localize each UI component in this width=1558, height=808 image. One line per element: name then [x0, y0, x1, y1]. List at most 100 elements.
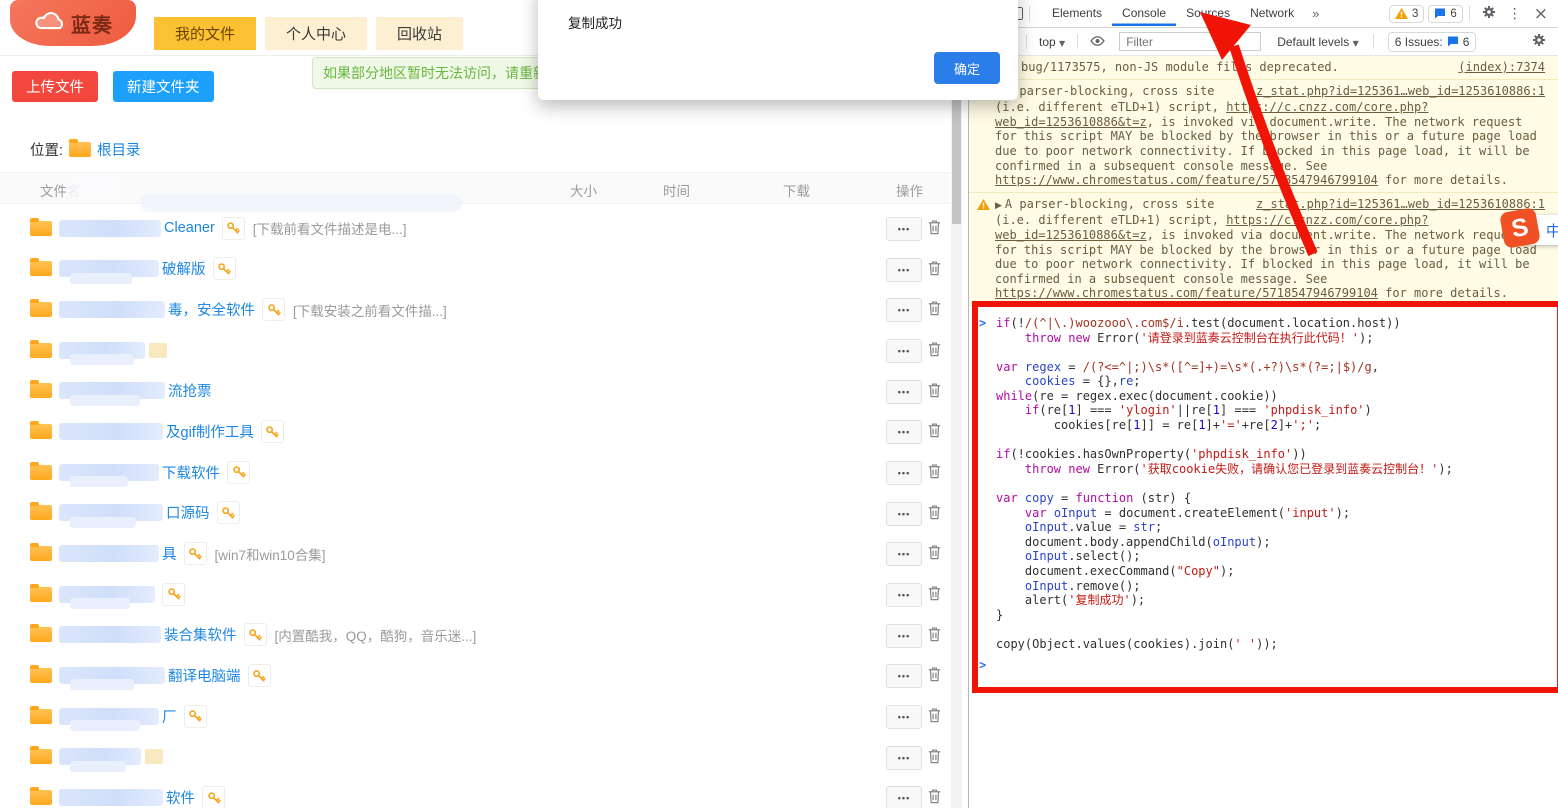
message-link[interactable]: https://c.cnzz.com/core.php?web_id=12536… [995, 100, 1428, 129]
messages-badge[interactable]: 6 [1428, 5, 1462, 23]
delete-icon[interactable] [927, 707, 942, 728]
col-size[interactable]: 大小 [570, 180, 597, 200]
console-input-area[interactable]: > if(!/(^|\.)woozooo\.com$/i.test(docume… [969, 306, 1558, 702]
col-time[interactable]: 时间 [663, 180, 690, 200]
delete-icon[interactable] [927, 260, 942, 281]
file-name-link[interactable]: 流抢票 [168, 380, 212, 401]
file-row: ••• [0, 737, 950, 778]
col-downloads[interactable]: 下载 [783, 180, 810, 200]
breadcrumb: 位置: 根目录 [30, 139, 141, 160]
devtools-tab-network[interactable]: Network [1240, 1, 1304, 26]
file-name-link[interactable]: 及gif制作工具 [166, 421, 254, 442]
delete-icon[interactable] [927, 219, 942, 240]
file-name-link[interactable]: 口源码 [166, 502, 210, 523]
root-folder-link[interactable]: 根目录 [97, 139, 141, 160]
password-key-icon [213, 257, 236, 280]
message-bubble-icon [1447, 36, 1459, 47]
more-tabs-button[interactable]: » [1304, 6, 1327, 21]
delete-icon[interactable] [927, 382, 942, 403]
more-actions-button[interactable]: ••• [886, 298, 922, 322]
file-name-link[interactable]: Cleaner [164, 220, 215, 236]
devtools-tab-sources[interactable]: Sources [1176, 1, 1240, 26]
delete-icon[interactable] [927, 585, 942, 606]
message-link[interactable]: https://c.cnzz.com/core.php?web_id=12536… [995, 213, 1428, 242]
extension-s-icon[interactable]: S [1499, 207, 1541, 249]
delete-icon[interactable] [927, 463, 942, 484]
site-logo[interactable]: 蓝奏 [10, 0, 136, 46]
nav-tab-2[interactable]: 个人中心 [265, 17, 367, 50]
filter-input[interactable] [1119, 32, 1261, 51]
more-actions-button[interactable]: ••• [886, 217, 922, 241]
more-actions-button[interactable]: ••• [886, 339, 922, 363]
file-name-link[interactable]: 软件 [166, 787, 195, 808]
delete-icon[interactable] [927, 666, 942, 687]
more-actions-button[interactable]: ••• [886, 583, 922, 607]
kebab-menu-icon[interactable]: ⋮ [1502, 6, 1528, 22]
file-name-link[interactable]: 破解版 [162, 258, 206, 279]
file-name-link[interactable]: 翻译电脑端 [168, 665, 241, 686]
more-actions-button[interactable]: ••• [886, 380, 922, 404]
cloud-icon [33, 9, 67, 37]
delete-icon[interactable] [927, 788, 942, 808]
expand-triangle-icon[interactable]: ▶ [995, 201, 1002, 211]
devtools-tab-elements[interactable]: Elements [1042, 1, 1112, 26]
source-link[interactable]: z_stat.php?id=125361…web_id=1253610886:1 [1256, 197, 1545, 212]
settings-gear-icon[interactable] [1476, 5, 1502, 23]
message-link[interactable]: https://www.chromestatus.com/feature/571… [995, 286, 1378, 300]
file-name-link[interactable]: 下载软件 [162, 462, 220, 483]
file-name-link[interactable]: 具 [162, 543, 177, 564]
extension-lang-label[interactable]: 中 [1546, 220, 1558, 241]
file-row: Cleaner[下载前看文件描述是电...]••• [0, 208, 950, 249]
more-actions-button[interactable]: ••• [886, 624, 922, 648]
nav-tab-1[interactable]: 我的文件 [154, 17, 256, 50]
file-name-link[interactable]: 毒，安全软件 [168, 299, 255, 320]
devtools-tab-console[interactable]: Console [1112, 1, 1176, 26]
dialog-ok-button[interactable]: 确定 [934, 52, 1000, 84]
more-actions-button[interactable]: ••• [886, 786, 922, 808]
separator [1373, 34, 1374, 49]
delete-icon[interactable] [927, 300, 942, 321]
page-scrollbar[interactable] [951, 0, 962, 808]
more-actions-button[interactable]: ••• [886, 542, 922, 566]
source-link[interactable]: (index):7374 [1458, 60, 1545, 75]
col-actions[interactable]: 操作 [896, 180, 923, 200]
issues-button[interactable]: 6 Issues: 6 [1388, 32, 1477, 52]
console-settings-gear-icon[interactable] [1526, 33, 1552, 51]
levels-dropdown[interactable]: Default levels ▼ [1269, 35, 1367, 49]
context-selector[interactable]: top ▼ [1033, 35, 1071, 49]
console-code[interactable]: if(!/(^|\.)woozooo\.com$/i.test(document… [996, 316, 1558, 652]
more-actions-button[interactable]: ••• [886, 502, 922, 526]
eye-icon[interactable] [1084, 34, 1111, 50]
source-link[interactable]: z_stat.php?id=125361…web_id=1253610886:1 [1256, 84, 1545, 99]
redacted-name [59, 626, 161, 643]
more-actions-button[interactable]: ••• [886, 461, 922, 485]
new-folder-button[interactable]: 新建文件夹 [113, 71, 214, 102]
delete-icon[interactable] [927, 544, 942, 565]
close-devtools-icon[interactable]: × [1528, 4, 1554, 24]
file-row: 下载软件 ••• [0, 452, 950, 493]
delete-icon[interactable] [927, 504, 942, 525]
separator [1026, 34, 1027, 49]
redacted-chip [145, 749, 163, 764]
delete-icon[interactable] [927, 748, 942, 769]
folder-icon [30, 668, 52, 683]
console-warning-message: (index):7374bug/1173575, non-JS module f… [969, 56, 1558, 80]
location-label: 位置: [30, 139, 63, 160]
more-actions-button[interactable]: ••• [886, 420, 922, 444]
message-link[interactable]: https://www.chromestatus.com/feature/571… [995, 173, 1378, 187]
file-name-link[interactable]: 装合集软件 [164, 624, 237, 645]
more-actions-button[interactable]: ••• [886, 705, 922, 729]
delete-icon[interactable] [927, 341, 942, 362]
warnings-badge[interactable]: 3 [1389, 5, 1424, 23]
more-actions-button[interactable]: ••• [886, 258, 922, 282]
upload-button[interactable]: 上传文件 [12, 71, 98, 102]
delete-icon[interactable] [927, 422, 942, 443]
password-key-icon [244, 623, 267, 646]
more-actions-button[interactable]: ••• [886, 746, 922, 770]
delete-icon[interactable] [927, 626, 942, 647]
more-actions-button[interactable]: ••• [886, 664, 922, 688]
nav-tab-3[interactable]: 回收站 [376, 17, 463, 50]
folder-icon [30, 383, 52, 398]
issues-count: 6 [1463, 35, 1470, 49]
file-name-link[interactable]: 厂 [162, 706, 177, 727]
